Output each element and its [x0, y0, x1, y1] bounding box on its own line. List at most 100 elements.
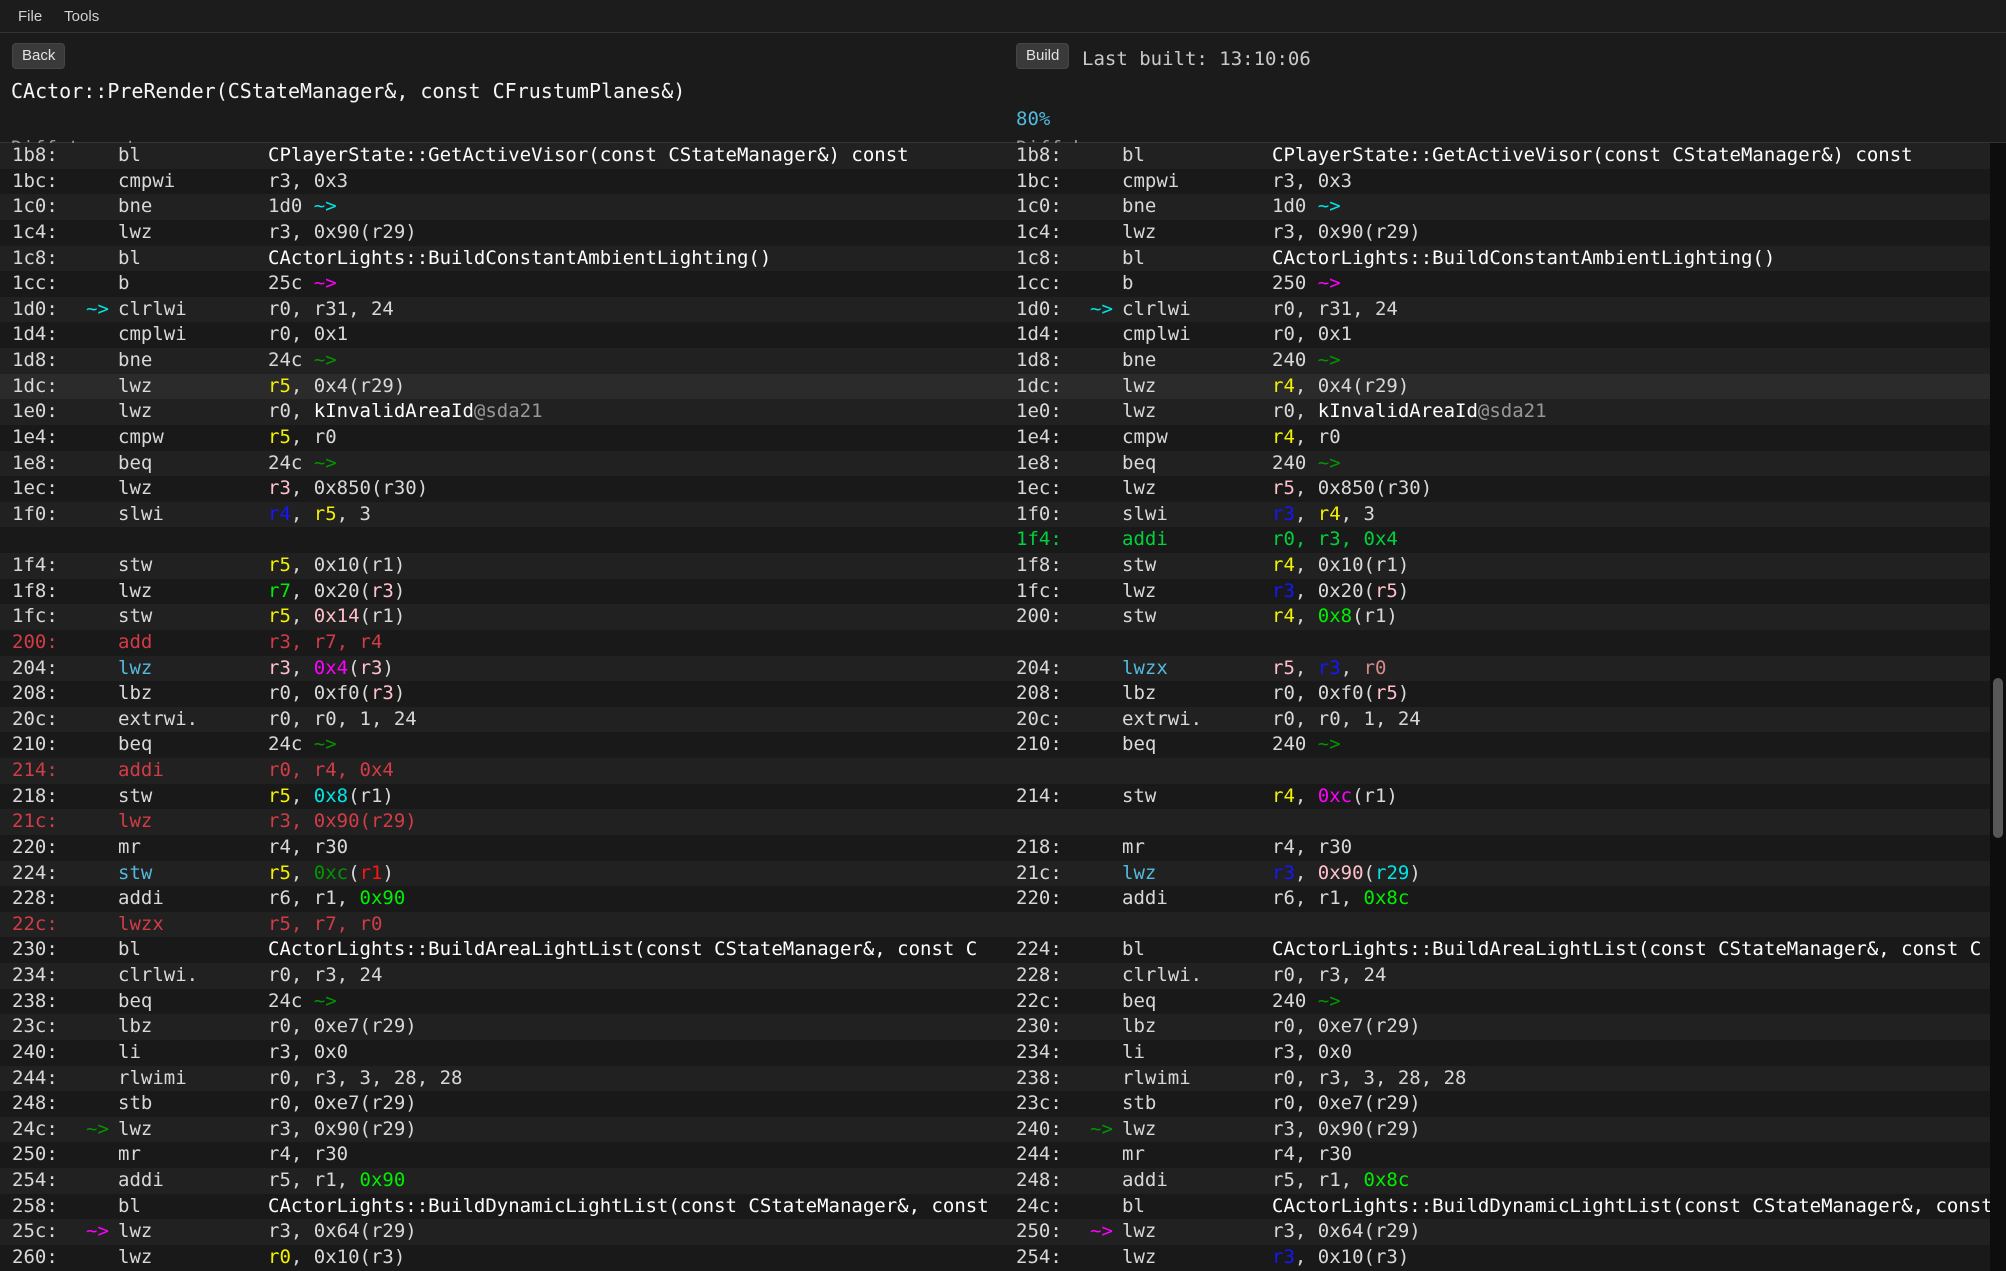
asm-row[interactable]: 1c8:blCActorLights::BuildConstantAmbient… [0, 246, 2006, 272]
asm-row[interactable]: 234:clrlwi.r0, r3, 24228:clrlwi.r0, r3, … [0, 963, 2006, 989]
asm-cell-left: 1d0:~>clrlwir0, r31, 24 [0, 297, 1003, 323]
asm-address: 234: [12, 963, 86, 989]
asm-operand: r4, r30 [268, 1143, 348, 1165]
back-button[interactable]: Back [12, 43, 65, 69]
asm-row[interactable]: 23c:lbzr0, 0xe7(r29)230:lbzr0, 0xe7(r29) [0, 1014, 2006, 1040]
asm-row[interactable]: 250:mrr4, r30244:mrr4, r30 [0, 1142, 2006, 1168]
asm-row[interactable]: 1f4:stwr5, 0x10(r1)1f8:stwr4, 0x10(r1) [0, 553, 2006, 579]
asm-row[interactable]: 24c:~>lwzr3, 0x90(r29)240:~>lwzr3, 0x90(… [0, 1117, 2006, 1143]
asm-row[interactable]: 1ec:lwzr3, 0x850(r30)1ec:lwzr5, 0x850(r3… [0, 476, 2006, 502]
asm-mnemonic: bne [118, 194, 268, 220]
asm-address: 248: [1016, 1168, 1090, 1194]
asm-row[interactable]: 1cc:b25c ~>1cc:b250 ~> [0, 271, 2006, 297]
asm-row[interactable]: 1d4:cmplwir0, 0x11d4:cmplwir0, 0x1 [0, 322, 2006, 348]
asm-address: 21c: [1016, 861, 1090, 887]
asm-operand: 24c [268, 349, 314, 371]
asm-row[interactable]: 1f0:slwir4, r5, 31f0:slwir3, r4, 3 [0, 502, 2006, 528]
asm-cell-right: 1d4:cmplwir0, 0x1 [1003, 322, 2006, 348]
asm-operand: 0x90 [360, 1169, 406, 1191]
asm-operand: r0, r3, 24 [268, 964, 382, 986]
asm-cell-left: 1dc:lwzr5, 0x4(r29) [0, 374, 1003, 400]
asm-row[interactable]: 218:stwr5, 0x8(r1)214:stwr4, 0xc(r1) [0, 784, 2006, 810]
asm-mnemonic: lwz [118, 809, 268, 835]
asm-row[interactable]: 258:blCActorLights::BuildDynamicLightLis… [0, 1194, 2006, 1220]
asm-row[interactable]: 208:lbzr0, 0xf0(r3)208:lbzr0, 0xf0(r5) [0, 681, 2006, 707]
asm-row[interactable]: 204:lwzr3, 0x4(r3)204:lwzxr5, r3, r0 [0, 656, 2006, 682]
asm-address: 210: [12, 732, 86, 758]
asm-row[interactable]: 230:blCActorLights::BuildAreaLightList(c… [0, 937, 2006, 963]
asm-row[interactable]: 1fc:stwr5, 0x14(r1)200:stwr4, 0x8(r1) [0, 604, 2006, 630]
asm-cell-left: 23c:lbzr0, 0xe7(r29) [0, 1014, 1003, 1040]
asm-row[interactable]: 214:addir0, r4, 0x4 [0, 758, 2006, 784]
asm-row[interactable]: 254:addir5, r1, 0x90248:addir5, r1, 0x8c [0, 1168, 2006, 1194]
branch-target-arrow-icon: ~> [1090, 1219, 1122, 1245]
asm-row[interactable]: 224:stwr5, 0xc(r1)21c:lwzr3, 0x90(r29) [0, 861, 2006, 887]
asm-address: 1f8: [12, 579, 86, 605]
asm-row[interactable]: 1e4:cmpwr5, r01e4:cmpwr4, r0 [0, 425, 2006, 451]
scrollbar-thumb[interactable] [1993, 678, 2003, 838]
asm-row[interactable]: 1d8:bne24c ~>1d8:bne240 ~> [0, 348, 2006, 374]
asm-cell-right: 24c:blCActorLights::BuildDynamicLightLis… [1003, 1194, 2006, 1220]
asm-operand: r0, r3, 3, 28, 28 [1272, 1067, 1466, 1089]
asm-mnemonic: addi [1122, 886, 1272, 912]
asm-cell-left [0, 527, 1003, 553]
asm-row[interactable]: 200:addr3, r7, r4 [0, 630, 2006, 656]
asm-address: 218: [12, 784, 86, 810]
asm-row[interactable]: 1d0:~>clrlwir0, r31, 241d0:~>clrlwir0, r… [0, 297, 2006, 323]
asm-operand: r5, r7, r0 [268, 913, 382, 935]
asm-address: 1f0: [12, 502, 86, 528]
build-button[interactable]: Build [1016, 43, 1069, 69]
asm-row[interactable]: 238:beq24c ~>22c:beq240 ~> [0, 989, 2006, 1015]
asm-row[interactable]: 22c:lwzxr5, r7, r0 [0, 912, 2006, 938]
asm-row[interactable]: 20c:extrwi.r0, r0, 1, 2420c:extrwi.r0, r… [0, 707, 2006, 733]
asm-cell-left: 230:blCActorLights::BuildAreaLightList(c… [0, 937, 1003, 963]
match-percent: 80% [1016, 108, 1050, 130]
asm-row[interactable]: 1e0:lwzr0, kInvalidAreaId@sda211e0:lwzr0… [0, 399, 2006, 425]
asm-row[interactable]: 228:addir6, r1, 0x90220:addir6, r1, 0x8c [0, 886, 2006, 912]
asm-row[interactable]: 1e8:beq24c ~>1e8:beq240 ~> [0, 451, 2006, 477]
asm-row[interactable]: 1c4:lwzr3, 0x90(r29)1c4:lwzr3, 0x90(r29) [0, 220, 2006, 246]
asm-row[interactable]: 220:mrr4, r30218:mrr4, r30 [0, 835, 2006, 861]
asm-mnemonic: addi [118, 886, 268, 912]
asm-cell-left: 1d8:bne24c ~> [0, 348, 1003, 374]
asm-operand: ) [382, 862, 393, 884]
asm-row[interactable]: 248:stbr0, 0xe7(r29)23c:stbr0, 0xe7(r29) [0, 1091, 2006, 1117]
asm-operand: , 0x850(r30) [1295, 477, 1432, 499]
menu-item-file[interactable]: File [18, 8, 42, 25]
asm-address: 20c: [12, 707, 86, 733]
asm-operand: CActorLights::BuildConstantAmbientLighti… [268, 247, 771, 269]
asm-address: 1f8: [1016, 553, 1090, 579]
asm-cell-right [1003, 630, 2006, 656]
asm-row[interactable]: 1f8:lwzr7, 0x20(r3)1fc:lwzr3, 0x20(r5) [0, 579, 2006, 605]
asm-operand: 0x8 [314, 785, 348, 807]
asm-row[interactable]: 1b8:blCPlayerState::GetActiveVisor(const… [0, 143, 2006, 169]
asm-row[interactable]: 240:lir3, 0x0234:lir3, 0x0 [0, 1040, 2006, 1066]
asm-mnemonic: bl [1122, 1194, 1272, 1220]
scrollbar-track[interactable] [1990, 143, 2006, 1271]
asm-address: 1d4: [12, 322, 86, 348]
asm-mnemonic: slwi [118, 502, 268, 528]
asm-row[interactable]: 1c0:bne1d0 ~>1c0:bne1d0 ~> [0, 194, 2006, 220]
asm-cell-left: 1f0:slwir4, r5, 3 [0, 502, 1003, 528]
asm-address: 20c: [1016, 707, 1090, 733]
asm-mnemonic: lbz [118, 681, 268, 707]
asm-row[interactable]: 1dc:lwzr5, 0x4(r29)1dc:lwzr4, 0x4(r29) [0, 374, 2006, 400]
asm-operand: r0, 0x1 [268, 323, 348, 345]
asm-row[interactable]: 21c:lwzr3, 0x90(r29) [0, 809, 2006, 835]
asm-row[interactable]: 260:lwzr0, 0x10(r3)254:lwzr3, 0x10(r3) [0, 1245, 2006, 1271]
asm-row[interactable]: 244:rlwimir0, r3, 3, 28, 28238:rlwimir0,… [0, 1066, 2006, 1092]
asm-row[interactable]: 210:beq24c ~>210:beq240 ~> [0, 732, 2006, 758]
asm-operand: 0xc [314, 862, 348, 884]
asm-operand: r5 [268, 605, 291, 627]
asm-operand: r3 [268, 657, 291, 679]
asm-mnemonic: cmpwi [1122, 169, 1272, 195]
asm-cell-right: 23c:stbr0, 0xe7(r29) [1003, 1091, 2006, 1117]
asm-row[interactable]: 1bc:cmpwir3, 0x31bc:cmpwir3, 0x3 [0, 169, 2006, 195]
asm-operand: r0, 0xf0( [1272, 682, 1375, 704]
asm-row[interactable]: 25c:~>lwzr3, 0x64(r29)250:~>lwzr3, 0x64(… [0, 1219, 2006, 1245]
asm-cell-right: 214:stwr4, 0xc(r1) [1003, 784, 2006, 810]
asm-operand: (r1) [1352, 605, 1398, 627]
asm-row[interactable]: 1f4:addir0, r3, 0x4 [0, 527, 2006, 553]
asm-address: 214: [1016, 784, 1090, 810]
menu-item-tools[interactable]: Tools [64, 8, 99, 25]
